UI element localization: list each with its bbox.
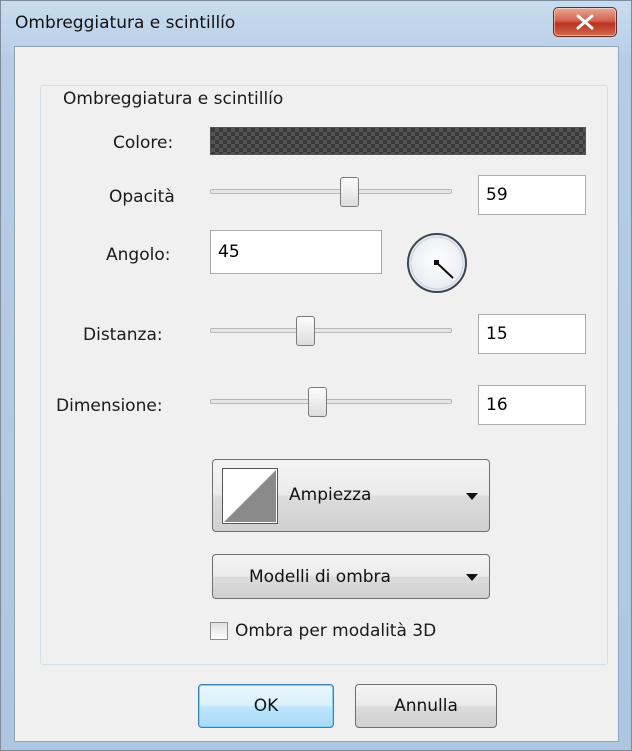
ampiezza-dropdown-button[interactable]: Ampiezza	[212, 459, 490, 532]
opacity-input[interactable]	[478, 175, 586, 215]
ok-button[interactable]: OK	[198, 684, 334, 728]
dialog-window: Ombreggiatura e scintillío Ombreggiatura…	[0, 0, 632, 751]
distance-slider-track[interactable]	[210, 328, 452, 333]
angle-dial-icon[interactable]	[399, 231, 475, 297]
shadow-models-label: Modelli di ombra	[249, 567, 391, 587]
ok-button-label: OK	[253, 696, 279, 716]
contour-preview-icon	[222, 468, 278, 524]
shadow-models-dropdown[interactable]: Modelli di ombra	[212, 554, 490, 599]
window-title: Ombreggiatura e scintillío	[15, 13, 236, 33]
size-input[interactable]	[478, 385, 586, 425]
title-bar[interactable]: Ombreggiatura e scintillío	[1, 1, 631, 43]
size-slider-track[interactable]	[210, 399, 452, 404]
close-button[interactable]	[553, 7, 617, 37]
chevron-down-icon	[466, 574, 478, 581]
color-label: Colore:	[113, 133, 174, 153]
ampiezza-label: Ampiezza	[289, 485, 372, 505]
distance-input[interactable]	[478, 314, 586, 354]
cancel-button[interactable]: Annulla	[355, 684, 497, 728]
angle-label: Angolo:	[106, 245, 171, 265]
chevron-down-icon	[466, 493, 478, 500]
opacity-slider-track[interactable]	[210, 189, 452, 194]
close-icon	[576, 14, 594, 30]
angle-input[interactable]	[210, 230, 382, 274]
size-slider-thumb[interactable]	[308, 387, 327, 417]
color-swatch[interactable]	[210, 127, 586, 155]
shadow-3d-checkbox[interactable]	[210, 622, 228, 640]
dialog-client-area: Ombreggiatura e scintillío Colore: Opaci…	[14, 46, 619, 742]
shadow-3d-label[interactable]: Ombra per modalità 3D	[235, 621, 436, 641]
distance-slider-thumb[interactable]	[296, 316, 315, 346]
opacity-slider-thumb[interactable]	[340, 177, 359, 207]
opacity-label: Opacità	[109, 187, 175, 207]
group-title: Ombreggiatura e scintillío	[57, 89, 290, 109]
cancel-button-label: Annulla	[394, 696, 458, 716]
size-label: Dimensione:	[56, 396, 163, 416]
distance-label: Distanza:	[83, 325, 163, 345]
